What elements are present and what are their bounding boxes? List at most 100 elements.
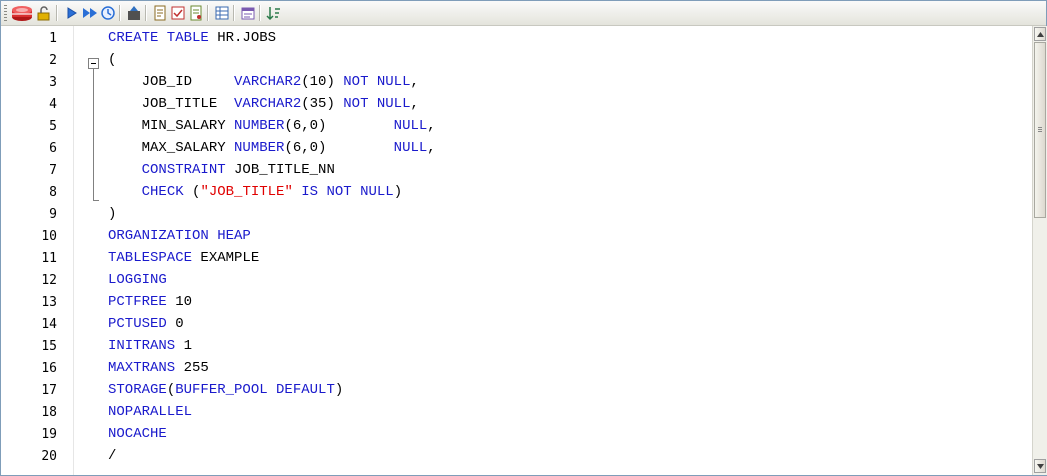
- code-line[interactable]: 18 NOPARALLEL: [1, 402, 1031, 423]
- line-number: 10: [41, 229, 57, 244]
- line-number: 14: [41, 317, 57, 332]
- sql-token: EXAMPLE: [192, 250, 260, 266]
- compile-icon[interactable]: [169, 4, 187, 22]
- sql-token: JOB_TITLE_NN: [225, 162, 335, 178]
- code-line[interactable]: 13 PCTFREE 10: [1, 292, 1031, 313]
- properties-icon[interactable]: [239, 4, 257, 22]
- sql-keyword: NOPARALLEL: [108, 404, 193, 420]
- code-line[interactable]: 4 JOB_TITLE VARCHAR2(35) NOT NULL,: [1, 94, 1031, 115]
- sort-icon[interactable]: [265, 4, 283, 22]
- code-text: /: [108, 446, 116, 467]
- line-number: 4: [49, 97, 57, 112]
- code-line[interactable]: 8 CHECK ("JOB_TITLE" IS NOT NULL): [1, 182, 1031, 203]
- line-number: 11: [41, 251, 57, 266]
- code-line[interactable]: 17 STORAGE(BUFFER_POOL DEFAULT): [1, 380, 1031, 401]
- grid-icon[interactable]: [213, 4, 231, 22]
- sql-token: MAX_SALARY: [108, 140, 235, 156]
- execute-script-icon[interactable]: [81, 4, 99, 22]
- sql-token: /: [108, 448, 117, 464]
- code-text: MAXTRANS 255: [108, 358, 209, 379]
- code-line[interactable]: 6 MAX_SALARY NUMBER(6,0) NULL,: [1, 138, 1031, 159]
- toolbar-grip[interactable]: [4, 5, 7, 21]
- code-text: JOB_ID VARCHAR2(10) NOT NULL,: [108, 72, 419, 93]
- sql-token: (: [166, 382, 176, 398]
- sql-token: ,: [410, 96, 419, 112]
- scroll-up-button[interactable]: [1034, 27, 1046, 41]
- code-editor[interactable]: 1 CREATE TABLE HR.JOBS 2(3 JOB_ID VARCHAR2…: [1, 26, 1031, 475]
- sql-keyword: NULL: [393, 140, 428, 156]
- sql-token: (6,0): [284, 118, 394, 134]
- code-text: STORAGE(BUFFER_POOL DEFAULT): [108, 380, 343, 401]
- vertical-scrollbar[interactable]: [1032, 26, 1047, 475]
- sql-keyword: NOT NULL: [343, 74, 411, 90]
- line-number: 12: [41, 273, 57, 288]
- code-line[interactable]: 2(: [1, 50, 1031, 71]
- code-line[interactable]: 5 MIN_SALARY NUMBER(6,0) NULL,: [1, 116, 1031, 137]
- code-line[interactable]: 16 MAXTRANS 255: [1, 358, 1031, 379]
- lock-icon[interactable]: [35, 4, 53, 22]
- line-number: 1: [49, 31, 57, 46]
- code-text: ): [108, 204, 116, 225]
- sql-token: MIN_SALARY: [108, 118, 235, 134]
- code-line[interactable]: 3 JOB_ID VARCHAR2(10) NOT NULL,: [1, 72, 1031, 93]
- sql-token: ,: [427, 140, 436, 156]
- toolbar-separator: [119, 5, 121, 21]
- sql-keyword: LOGGING: [108, 272, 167, 288]
- code-line[interactable]: 7 CONSTRAINT JOB_TITLE_NN: [1, 160, 1031, 181]
- sql-token: HR.JOBS: [217, 30, 277, 46]
- code-line[interactable]: 10 ORGANIZATION HEAP: [1, 226, 1031, 247]
- toolbar-separator: [233, 5, 235, 21]
- sql-token: (6,0): [284, 140, 394, 156]
- sql-token: (10): [301, 74, 344, 90]
- line-number: 13: [41, 295, 57, 310]
- commit-icon[interactable]: [125, 4, 143, 22]
- code-text: CREATE TABLE HR.JOBS: [108, 28, 276, 49]
- sql-string: "JOB_TITLE": [200, 184, 293, 200]
- sql-keyword: ORGANIZATION HEAP: [108, 228, 251, 244]
- toolbar: [1, 1, 1046, 26]
- code-text: PCTUSED 0: [108, 314, 184, 335]
- line-number: 15: [41, 339, 57, 354]
- code-line[interactable]: 1 CREATE TABLE HR.JOBS: [1, 28, 1031, 49]
- code-line[interactable]: 19 NOCACHE: [1, 424, 1031, 445]
- scroll-down-button[interactable]: [1034, 459, 1046, 473]
- sql-keyword: NOCACHE: [108, 426, 167, 442]
- line-number: 8: [49, 185, 57, 200]
- sql-keyword: VARCHAR2: [234, 96, 302, 112]
- execute-icon[interactable]: [63, 4, 81, 22]
- toolbar-separator: [259, 5, 261, 21]
- code-line[interactable]: 20 /: [1, 446, 1031, 467]
- line-number: 17: [41, 383, 57, 398]
- explain-plan-icon[interactable]: [99, 4, 117, 22]
- sql-keyword: VARCHAR2: [234, 74, 302, 90]
- sql-keyword: MAXTRANS: [108, 360, 176, 376]
- code-text: JOB_TITLE VARCHAR2(35) NOT NULL,: [108, 94, 419, 115]
- code-text: ORGANIZATION HEAP: [108, 226, 251, 247]
- code-text: PCTFREE 10: [108, 292, 192, 313]
- code-line[interactable]: 15 INITRANS 1: [1, 336, 1031, 357]
- sql-keyword: INITRANS: [108, 338, 176, 354]
- code-text: (: [108, 50, 116, 71]
- code-line[interactable]: 14 PCTUSED 0: [1, 314, 1031, 335]
- line-number: 5: [49, 119, 57, 134]
- code-text: INITRANS 1: [108, 336, 192, 357]
- scrollbar-thumb[interactable]: [1034, 42, 1046, 218]
- line-number: 3: [49, 75, 57, 90]
- code-text: CONSTRAINT JOB_TITLE_NN: [108, 160, 335, 181]
- line-number: 16: [41, 361, 57, 376]
- describe-icon[interactable]: [187, 4, 205, 22]
- code-line[interactable]: 12 LOGGING: [1, 270, 1031, 291]
- code-line[interactable]: 9): [1, 204, 1031, 225]
- code-line[interactable]: 11 TABLESPACE EXAMPLE: [1, 248, 1031, 269]
- sql-token: 0: [166, 316, 184, 332]
- sql-token: ): [393, 184, 403, 200]
- line-number: 20: [41, 449, 57, 464]
- sql-keyword: TABLESPACE: [108, 250, 193, 266]
- code-text: NOCACHE: [108, 424, 167, 445]
- database-icon[interactable]: [11, 4, 33, 22]
- sql-keyword: NUMBER: [234, 140, 285, 156]
- line-number: 9: [49, 207, 57, 222]
- sql-keyword: NUMBER: [234, 118, 285, 134]
- format-icon[interactable]: [151, 4, 169, 22]
